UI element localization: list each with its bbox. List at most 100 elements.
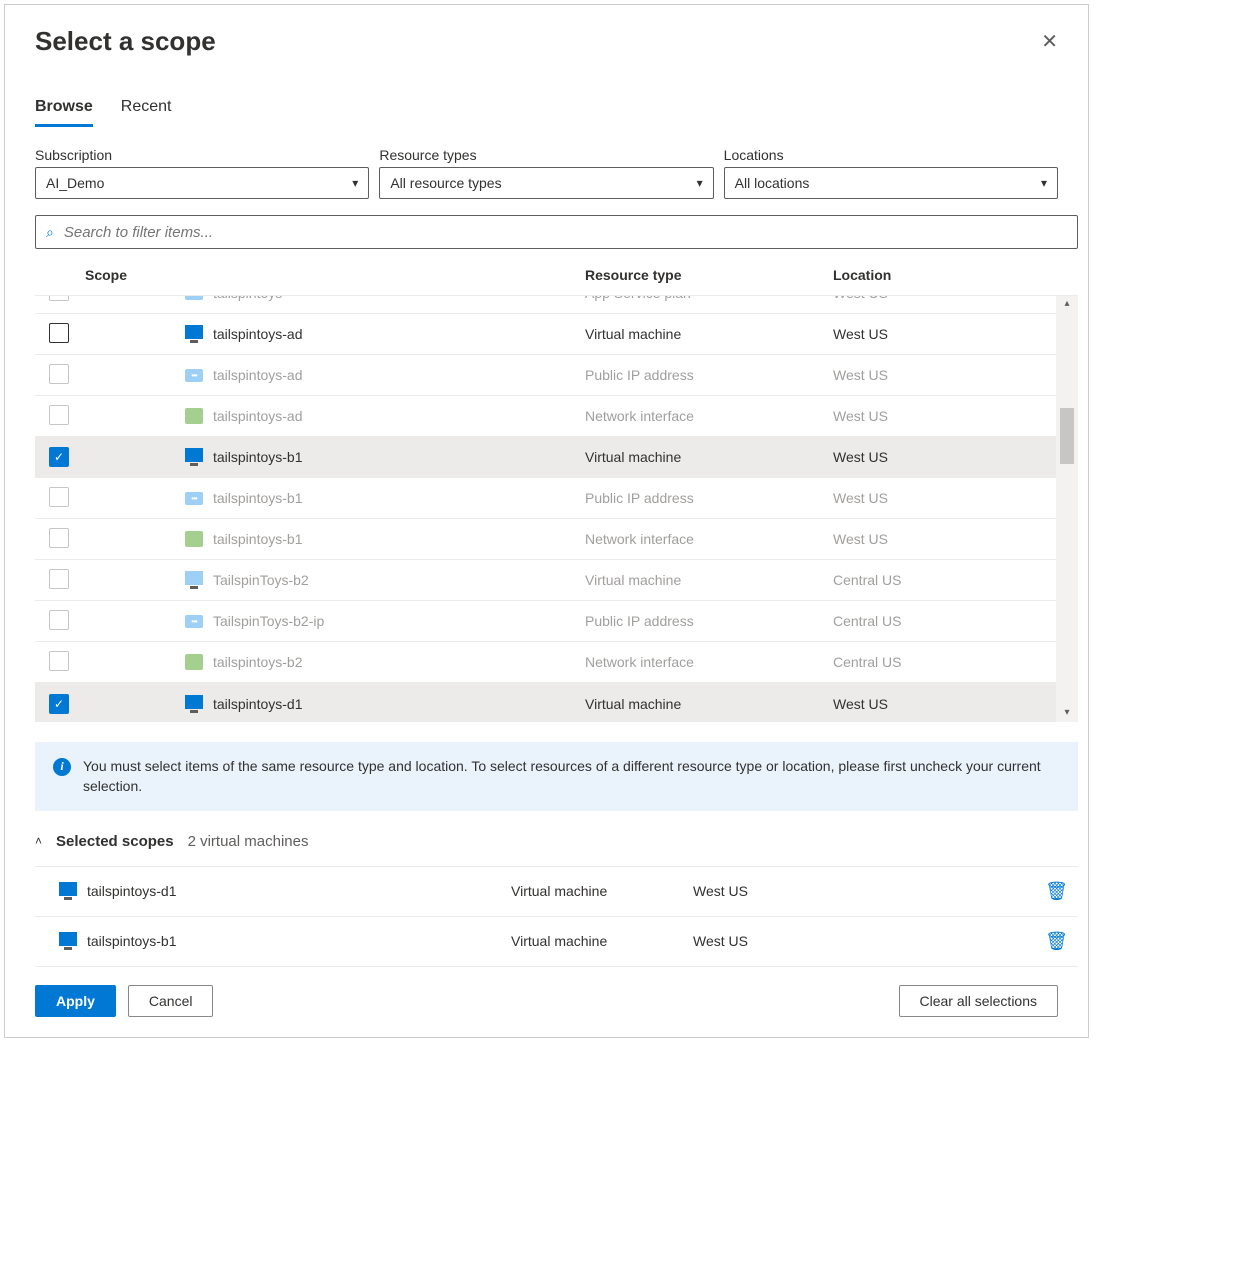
table-row[interactable]: tailspintoys-b1 Network interface West U… [35,519,1078,560]
row-checkbox[interactable] [49,569,69,589]
row-checkbox[interactable] [49,487,69,507]
scrollbar[interactable]: ▴ ▾ [1056,296,1078,722]
col-location[interactable]: Location [833,267,1078,283]
row-checkbox[interactable] [49,296,69,301]
subscription-select[interactable]: AI_Demo ▾ [35,167,369,199]
col-resource-type[interactable]: Resource type [585,267,833,283]
apply-button[interactable]: Apply [35,985,116,1017]
row-name: tailspintoys-ad [213,408,303,424]
row-checkbox[interactable]: ✓ [49,447,69,467]
nic-icon [185,654,203,670]
row-checkbox[interactable] [49,528,69,548]
table-row[interactable]: ✓ tailspintoys-d1 Virtual machine West U… [35,683,1078,722]
row-name: tailspintoys-ad [213,326,303,342]
table-row[interactable]: tailspintoys-ad Network interface West U… [35,396,1078,437]
cancel-button[interactable]: Cancel [128,985,214,1017]
row-type: Virtual machine [585,572,833,588]
vm-icon [185,324,203,344]
row-name: TailspinToys-b2 [213,572,309,588]
rows-container: tailspintoys App Service plan West US ta… [35,295,1078,722]
table-row[interactable]: TailspinToys-b2 Virtual machine Central … [35,560,1078,601]
select-scope-dialog: Select a scope ✕ Browse Recent Subscript… [4,4,1089,1038]
selected-location: West US [693,883,1039,899]
selected-type: Virtual machine [511,883,693,899]
info-box: i You must select items of the same reso… [35,742,1078,811]
selected-name: tailspintoys-b1 [87,933,177,949]
row-name: tailspintoys-b2 [213,654,303,670]
table-row[interactable]: ••• tailspintoys-b1 Public IP address Wes… [35,478,1078,519]
dialog-header: Select a scope ✕ [5,5,1088,68]
row-name: TailspinToys-b2-ip [213,613,324,629]
chevron-down-icon: ▾ [697,176,703,190]
row-type: Network interface [585,531,833,547]
tab-recent[interactable]: Recent [121,98,172,127]
chevron-up-icon: ˄ [35,834,42,848]
filter-subscription: Subscription AI_Demo ▾ [35,147,369,199]
tab-browse[interactable]: Browse [35,98,93,127]
row-type: Public IP address [585,367,833,383]
clear-all-button[interactable]: Clear all selections [899,985,1059,1017]
nic-icon [185,408,203,424]
row-location: West US [833,490,1078,506]
resource-types-select[interactable]: All resource types ▾ [379,167,713,199]
row-name: tailspintoys [213,296,282,301]
scroll-down-icon[interactable]: ▾ [1064,705,1069,720]
col-scope[interactable]: Scope [85,267,585,283]
row-name: tailspintoys-b1 [213,531,303,547]
row-type: Virtual machine [585,696,833,712]
row-type: Virtual machine [585,326,833,342]
vm-icon [59,881,77,901]
row-location: West US [833,408,1078,424]
public-ip-icon: ••• [185,615,203,628]
selected-location: West US [693,933,1039,949]
selected-scopes-header[interactable]: ˄ Selected scopes 2 virtual machines [35,833,1078,850]
row-checkbox[interactable]: ✓ [49,694,69,714]
row-name: tailspintoys-d1 [213,696,303,712]
locations-select[interactable]: All locations ▾ [724,167,1058,199]
tabs: Browse Recent [5,68,1088,127]
table-row[interactable]: tailspintoys-ad Virtual machine West US [35,314,1078,355]
search-icon: ⌕ [46,224,54,241]
trash-icon: 🗑 [1045,931,1068,951]
selected-scopes-label: Selected scopes [56,833,174,850]
subscription-label: Subscription [35,147,369,163]
results-table: Scope Resource type Location tailspintoy… [5,249,1088,722]
table-row[interactable]: tailspintoys App Service plan West US [35,296,1078,314]
table-row[interactable]: tailspintoys-b2 Network interface Centra… [35,642,1078,683]
info-text: You must select items of the same resour… [83,756,1060,797]
row-location: Central US [833,572,1078,588]
delete-selected-button[interactable]: 🗑 [1039,930,1078,953]
app-plan-icon [185,296,203,300]
search-input[interactable] [62,223,1067,242]
public-ip-icon: ••• [185,492,203,505]
resource-types-value: All resource types [390,175,501,191]
row-type: Network interface [585,654,833,670]
delete-selected-button[interactable]: 🗑 [1039,880,1078,903]
vm-icon [59,931,77,951]
scroll-up-icon[interactable]: ▴ [1064,296,1069,311]
row-name: tailspintoys-b1 [213,490,303,506]
row-location: Central US [833,613,1078,629]
row-type: Public IP address [585,490,833,506]
scroll-thumb[interactable] [1060,408,1074,464]
selected-row: tailspintoys-b1 Virtual machine West US … [35,916,1078,966]
table-row[interactable]: ✓ tailspintoys-b1 Virtual machine West U… [35,437,1078,478]
close-button[interactable]: ✕ [1035,23,1064,60]
nic-icon [185,531,203,547]
public-ip-icon: ••• [185,369,203,382]
vm-icon [185,570,203,590]
row-location: West US [833,296,1078,301]
row-checkbox[interactable] [49,405,69,425]
selected-row: tailspintoys-d1 Virtual machine West US … [35,866,1078,916]
locations-value: All locations [735,175,810,191]
row-checkbox[interactable] [49,364,69,384]
filter-locations: Locations All locations ▾ [724,147,1058,199]
search-box[interactable]: ⌕ [35,215,1078,249]
table-row[interactable]: •••TailspinToys-b2-ip Public IP address … [35,601,1078,642]
row-name: tailspintoys-b1 [213,449,303,465]
row-checkbox[interactable] [49,651,69,671]
row-checkbox[interactable] [49,610,69,630]
resource-types-label: Resource types [379,147,713,163]
table-row[interactable]: •••tailspintoys-ad Public IP address Wes… [35,355,1078,396]
row-checkbox[interactable] [49,323,69,343]
